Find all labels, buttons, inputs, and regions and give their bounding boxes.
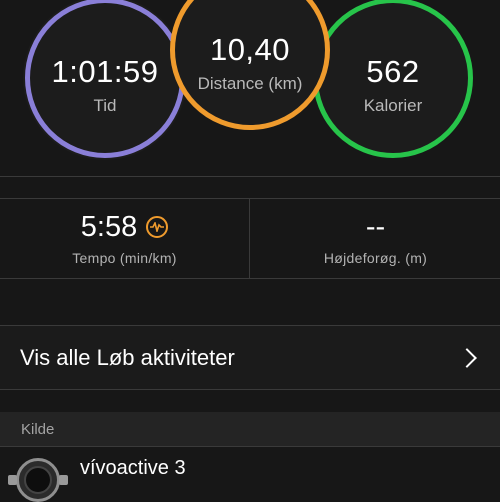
divider	[0, 278, 500, 279]
calories-label: Kalorier	[363, 96, 423, 115]
elevation-stat[interactable]: -- Højdeforøg. (m)	[251, 198, 500, 278]
source-section-header: Kilde	[0, 412, 500, 446]
time-value: 1:01:59	[51, 54, 159, 89]
view-all-activities-link[interactable]: Vis alle Løb aktiviteter	[0, 326, 500, 389]
divider	[0, 389, 500, 390]
calories-value: 562	[366, 54, 420, 89]
distance-label: Distance (km)	[197, 74, 303, 93]
divider	[0, 176, 500, 177]
elevation-value: --	[365, 210, 386, 243]
time-circle[interactable]: 1:01:59 Tid	[25, 0, 185, 158]
pace-stat[interactable]: 5:58 Tempo (min/km)	[0, 198, 249, 278]
source-header-label: Kilde	[21, 420, 55, 438]
device-row[interactable]: vívoactive 3	[0, 447, 500, 500]
time-label: Tid	[93, 96, 117, 115]
watch-icon	[8, 458, 68, 502]
distance-circle[interactable]: 10,40 Distance (km)	[170, 0, 330, 130]
heart-rate-pulse-icon	[146, 216, 169, 238]
calories-circle[interactable]: 562 Kalorier	[313, 0, 473, 158]
divider	[249, 198, 250, 278]
device-name: vívoactive 3	[80, 457, 186, 479]
pace-value: 5:58	[80, 210, 138, 243]
elevation-label: Højdeforøg. (m)	[323, 249, 428, 266]
chevron-right-icon	[457, 347, 477, 368]
view-all-activities-label: Vis alle Løb aktiviteter	[20, 344, 235, 370]
pace-label: Tempo (min/km)	[72, 249, 177, 266]
distance-value: 10,40	[209, 32, 291, 67]
